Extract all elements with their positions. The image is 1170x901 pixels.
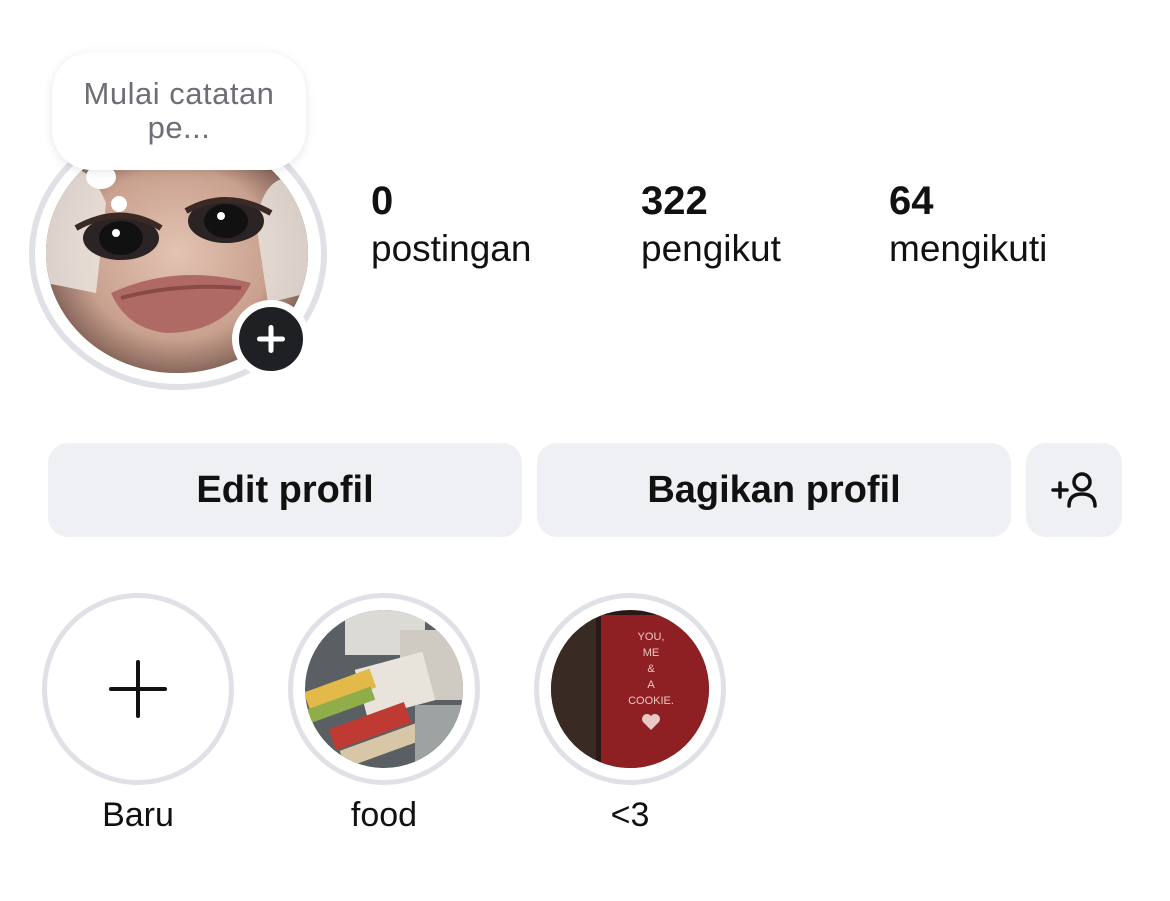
highlight-heart[interactable]: YOU, ME & A COOKIE. <3 [534, 593, 726, 835]
highlight-label: food [350, 796, 418, 834]
highlight-food[interactable]: food [288, 593, 480, 835]
highlight-ring [288, 593, 480, 785]
plus-icon [109, 660, 167, 718]
following-count: 64 [889, 179, 934, 223]
plus-icon [257, 325, 285, 353]
thumb-text: COOKIE. [628, 695, 674, 707]
thumb-text: & [647, 663, 655, 675]
note-text: Mulai catatan pe... [83, 76, 275, 145]
stat-followers[interactable]: 322 pengikut [641, 176, 781, 272]
add-story-button[interactable] [232, 300, 310, 378]
stat-posts[interactable]: 0 postingan [371, 176, 531, 272]
stat-following[interactable]: 64 mengikuti [889, 176, 1047, 272]
edit-profile-button[interactable]: Edit profil [48, 443, 522, 537]
thumb-text: A [647, 679, 655, 691]
highlight-thumbnail [305, 610, 463, 768]
discover-people-button[interactable] [1026, 443, 1122, 537]
highlight-ring: YOU, ME & A COOKIE. [534, 593, 726, 785]
cookie-sign-photo: YOU, ME & A COOKIE. [551, 610, 709, 768]
profile-header: Mulai catatan pe... 0 postingan 322 peng… [0, 0, 1170, 901]
posts-label: postingan [371, 228, 532, 269]
followers-count: 322 [641, 179, 708, 223]
highlight-new-circle [42, 593, 234, 785]
person-add-icon [1051, 472, 1097, 508]
following-label: mengikuti [889, 228, 1048, 269]
thumb-text: ME [643, 647, 660, 659]
highlight-label: Baru [102, 796, 174, 834]
share-profile-button[interactable]: Bagikan profil [537, 443, 1011, 537]
followers-label: pengikut [641, 228, 781, 269]
posts-count: 0 [371, 179, 394, 223]
highlight-new[interactable]: Baru [42, 593, 234, 835]
highlight-thumbnail: YOU, ME & A COOKIE. [551, 610, 709, 768]
food-photo [305, 610, 463, 768]
highlight-label: <3 [610, 796, 650, 834]
note-bubble-tail-dot [111, 196, 127, 212]
thumb-text: YOU, [638, 631, 665, 643]
note-bubble[interactable]: Mulai catatan pe... [52, 52, 306, 170]
